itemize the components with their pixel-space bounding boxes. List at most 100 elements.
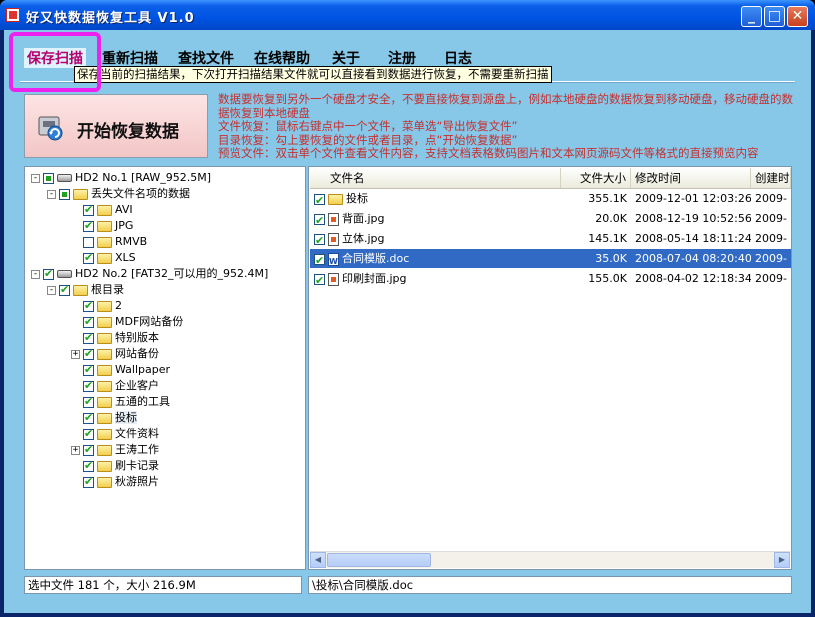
tree-node-label[interactable]: 网站备份 — [115, 347, 159, 360]
tree-node[interactable]: JPG — [71, 218, 133, 234]
tree-node-label[interactable]: 五通的工具 — [115, 395, 170, 408]
tree-checkbox[interactable] — [83, 442, 94, 458]
file-checkbox[interactable] — [314, 271, 325, 288]
tree-node-label[interactable]: Wallpaper — [115, 363, 170, 376]
scroll-right-arrow-icon[interactable]: ▶ — [774, 552, 790, 568]
close-button[interactable]: ✕ — [787, 6, 808, 27]
file-checkbox[interactable] — [314, 231, 325, 248]
tree-node[interactable]: + 网站备份 — [71, 346, 159, 362]
folder-tree[interactable]: - HD2 No.1 [RAW_952.5M] - 丢失文件名项的数据 AVI JPG RM… — [24, 166, 306, 570]
tree-node[interactable]: 秋游照片 — [71, 474, 159, 490]
tree-node-label[interactable]: 秋游照片 — [115, 475, 159, 488]
tree-node[interactable]: XLS — [71, 250, 136, 266]
tree-checkbox[interactable] — [83, 330, 94, 346]
collapse-icon[interactable]: - — [47, 189, 56, 199]
tree-node[interactable]: - 根目录 — [47, 282, 124, 298]
tree-checkbox[interactable] — [59, 282, 70, 298]
collapse-icon[interactable]: - — [47, 285, 56, 295]
tree-node-label[interactable]: XLS — [115, 251, 136, 264]
tree-checkbox[interactable] — [43, 172, 54, 184]
tree-node[interactable]: - HD2 No.1 [RAW_952.5M] — [31, 170, 211, 186]
tree-node-label[interactable]: 刷卡记录 — [115, 459, 159, 472]
minimize-button[interactable]: _ — [741, 6, 762, 27]
tree-node-label[interactable]: HD2 No.2 [FAT32_可以用的_952.4M] — [75, 267, 268, 280]
tree-node[interactable]: 五通的工具 — [71, 394, 170, 410]
tree-node[interactable]: 2 — [71, 298, 122, 314]
app-icon[interactable] — [6, 8, 20, 22]
tree-node-label[interactable]: 根目录 — [91, 283, 124, 296]
file-list[interactable]: 文件名 文件大小 修改时间 创建时 投标 355.1K 2009-12-01 12:… — [308, 166, 792, 570]
tree-node[interactable]: MDF网站备份 — [71, 314, 183, 330]
file-row[interactable]: 合同模版.doc 35.0K 2008-07-04 08:20:40 2009- — [310, 249, 791, 268]
file-name-cell[interactable]: 立体.jpg — [310, 229, 561, 248]
file-row[interactable]: 立体.jpg 145.1K 2008-05-14 18:11:24 2009- — [310, 229, 791, 248]
tree-node[interactable]: Wallpaper — [71, 362, 170, 378]
tree-checkbox[interactable] — [83, 236, 94, 248]
tree-node-label[interactable]: 投标 — [115, 411, 137, 424]
tree-checkbox[interactable] — [83, 394, 94, 410]
scrollbar-thumb[interactable] — [327, 553, 431, 567]
menu-register[interactable]: 注册 — [388, 48, 416, 68]
tree-node-label[interactable]: 企业客户 — [115, 379, 159, 392]
menu-about[interactable]: 关于 — [332, 48, 360, 68]
column-header-ctime[interactable]: 创建时 — [751, 168, 791, 188]
horizontal-scrollbar[interactable]: ◀ ▶ — [310, 551, 790, 568]
expand-icon[interactable]: + — [71, 349, 80, 359]
tree-node[interactable]: 刷卡记录 — [71, 458, 159, 474]
tree-node[interactable]: - 丢失文件名项的数据 — [47, 186, 190, 202]
menu-log[interactable]: 日志 — [444, 48, 472, 68]
tree-node[interactable]: + 王涛工作 — [71, 442, 159, 458]
tree-checkbox[interactable] — [83, 362, 94, 378]
collapse-icon[interactable]: - — [31, 173, 40, 183]
file-row[interactable]: 印刷封面.jpg 155.0K 2008-04-02 12:18:34 2009- — [310, 269, 791, 288]
tree-node[interactable]: AVI — [71, 202, 133, 218]
file-checkbox[interactable] — [314, 211, 325, 228]
tree-checkbox[interactable] — [83, 346, 94, 362]
tree-node-label[interactable]: 王涛工作 — [115, 443, 159, 456]
tree-checkbox[interactable] — [43, 266, 54, 282]
tree-checkbox[interactable] — [83, 298, 94, 314]
file-name-cell[interactable]: 背面.jpg — [310, 209, 561, 228]
start-recovery-button[interactable]: 开始恢复数据 — [24, 94, 208, 158]
tree-checkbox[interactable] — [83, 202, 94, 218]
tree-checkbox[interactable] — [83, 378, 94, 394]
expand-icon[interactable]: + — [71, 445, 80, 455]
tree-node-label[interactable]: JPG — [115, 219, 133, 232]
file-row[interactable]: 背面.jpg 20.0K 2008-12-19 10:52:56 2009- — [310, 209, 791, 228]
maximize-button[interactable]: □ — [764, 6, 785, 27]
menu-rescan[interactable]: 重新扫描 — [102, 48, 158, 68]
tree-node-label[interactable]: 特别版本 — [115, 331, 159, 344]
column-header-name[interactable]: 文件名 — [310, 168, 561, 188]
tree-node-label[interactable]: RMVB — [115, 235, 147, 248]
file-checkbox[interactable] — [314, 191, 325, 208]
tree-node[interactable]: RMVB — [71, 234, 147, 250]
tree-checkbox[interactable] — [83, 218, 94, 234]
tree-node-label[interactable]: AVI — [115, 203, 133, 216]
menu-find-file[interactable]: 查找文件 — [178, 48, 234, 68]
tree-checkbox[interactable] — [83, 314, 94, 330]
tree-checkbox[interactable] — [59, 188, 70, 200]
tree-node[interactable]: 企业客户 — [71, 378, 159, 394]
tree-checkbox[interactable] — [83, 474, 94, 490]
tree-node-label[interactable]: HD2 No.1 [RAW_952.5M] — [75, 171, 211, 184]
column-header-size[interactable]: 文件大小 — [561, 168, 631, 188]
file-name-cell[interactable]: 印刷封面.jpg — [310, 269, 561, 288]
tree-node-label[interactable]: MDF网站备份 — [115, 315, 183, 328]
file-row[interactable]: 投标 355.1K 2009-12-01 12:03:26 2009- — [310, 189, 791, 208]
tree-node[interactable]: 文件资料 — [71, 426, 159, 442]
tree-node-label[interactable]: 丢失文件名项的数据 — [91, 187, 190, 200]
menu-online-help[interactable]: 在线帮助 — [254, 48, 310, 68]
tree-node[interactable]: 投标 — [71, 410, 137, 426]
tree-node-label[interactable]: 2 — [115, 299, 122, 312]
tree-checkbox[interactable] — [83, 410, 94, 426]
file-checkbox[interactable] — [314, 251, 325, 268]
scroll-left-arrow-icon[interactable]: ◀ — [310, 552, 326, 568]
tree-node[interactable]: 特别版本 — [71, 330, 159, 346]
column-header-mtime[interactable]: 修改时间 — [631, 168, 751, 188]
file-name-cell[interactable]: 投标 — [310, 189, 561, 208]
tree-checkbox[interactable] — [83, 426, 94, 442]
tree-node[interactable]: - HD2 No.2 [FAT32_可以用的_952.4M] — [31, 266, 268, 282]
file-name-cell[interactable]: 合同模版.doc — [310, 249, 561, 268]
tree-checkbox[interactable] — [83, 250, 94, 266]
tree-checkbox[interactable] — [83, 458, 94, 474]
